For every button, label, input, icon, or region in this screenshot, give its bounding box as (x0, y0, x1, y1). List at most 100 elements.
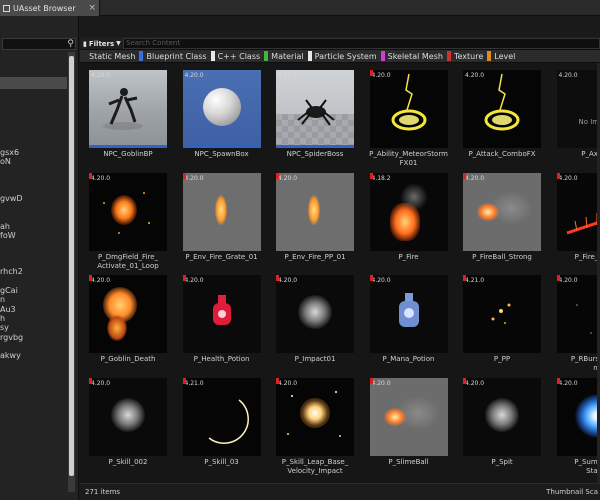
folder-item[interactable]: rhch2 (0, 267, 23, 276)
asset-tile[interactable]: 4.20.0 P_Attack_ComboFX (463, 70, 541, 170)
asset-name: P_Env_Fire_Grate_01 (185, 252, 258, 261)
asset-thumbnail[interactable]: 4.20.0 (556, 172, 600, 251)
asset-tile[interactable]: 4.20.0 P_Goblin_Death (89, 275, 167, 375)
filter-chip-static-mesh[interactable]: Static Mesh (89, 52, 135, 61)
engine-version-label: 4.20.0 (465, 379, 485, 387)
asset-tile[interactable]: 4.20.0 P_Impact01 (276, 275, 354, 375)
content-search-input[interactable]: Search Content (123, 38, 600, 49)
asset-thumbnail[interactable]: 4.20.0 (556, 275, 600, 353)
folder-item[interactable]: h (0, 314, 5, 323)
engine-version-label: 4.20.0 (91, 379, 111, 387)
search-icon[interactable]: ⚲ (67, 39, 74, 49)
asset-tile[interactable]: 4.20.0 NPC_GoblinBP (89, 70, 167, 170)
folder-item[interactable]: n (0, 295, 5, 304)
folder-item[interactable]: ah (0, 222, 10, 231)
asset-thumbnail[interactable]: 4.20.0 (369, 275, 448, 353)
filter-chip-level[interactable]: Level (487, 51, 515, 61)
asset-thumbnail[interactable]: 4.20.0 (276, 70, 354, 148)
asset-tile[interactable]: 4.20.0 P_FireBall_Strong (463, 172, 541, 273)
selected-folder-row[interactable] (0, 77, 67, 89)
warning-marker-icon (182, 275, 186, 281)
asset-tile[interactable]: 4.21.0 P_PP (463, 275, 541, 375)
asset-thumbnail[interactable]: 4.20.0 (463, 377, 541, 456)
thumbnail-scale-control[interactable]: Thumbnail Sca (546, 488, 598, 496)
chip-color-swatch (264, 51, 269, 61)
warning-marker-icon (182, 172, 186, 179)
browser-icon (3, 4, 10, 12)
asset-thumbnail[interactable]: 4.20.0 (369, 70, 448, 148)
warning-marker-icon (463, 172, 466, 179)
filters-button[interactable]: ▮ Filters ▼ (83, 38, 121, 49)
filter-chip-texture[interactable]: Texture (446, 51, 483, 61)
asset-thumbnail[interactable]: 4.20.0 (89, 275, 167, 353)
engine-version-label: 4.20.0 (465, 72, 485, 79)
asset-tile[interactable]: 4.20.0 NPC_SpawnBox (182, 70, 261, 170)
asset-tile[interactable]: 4.20.0 P_Spit (463, 377, 541, 478)
filter-chip-blueprint-class[interactable]: Blueprint Class (139, 51, 207, 61)
asset-thumbnail[interactable]: 4.20.0 (463, 70, 541, 148)
asset-tile[interactable]: 4.20.0 P_SlimeBall (369, 377, 448, 478)
asset-thumbnail[interactable]: 4.20.0 (276, 172, 354, 251)
sources-search-input[interactable]: ⚲ (2, 38, 76, 50)
filters-label: Filters (88, 39, 115, 48)
sources-scrollbar-thumb[interactable] (69, 56, 74, 476)
asset-name: P_RBurst_Ligh n (570, 355, 600, 372)
chip-color-swatch (139, 51, 144, 61)
warning-marker-icon (463, 377, 466, 384)
folder-item[interactable]: foW (0, 231, 16, 240)
asset-thumbnail[interactable]: 4.21.0 (182, 377, 261, 456)
engine-version-label: 4.20.0 (184, 174, 204, 182)
asset-thumbnail[interactable]: 4.20.0 (182, 70, 261, 148)
asset-tile[interactable]: 4.20.0 P_Env_Fire_Grate_01 (182, 172, 261, 273)
asset-thumbnail[interactable]: 4.20.0 (182, 275, 261, 353)
close-icon[interactable]: × (88, 3, 96, 13)
engine-version-label: 4.20.0 (371, 379, 391, 387)
filter-chip-c-class[interactable]: C++ Class (210, 51, 260, 61)
tab-uasset-browser[interactable]: UAsset Browser × (0, 0, 100, 16)
asset-thumbnail[interactable]: 4.20.0 (276, 377, 354, 456)
asset-tile[interactable]: 4.20.0 P_Summon_ Starh (556, 377, 600, 478)
asset-thumbnail[interactable]: 4.20.0 (369, 377, 448, 456)
chip-label: Particle System (314, 51, 377, 61)
folder-item[interactable]: gCai (0, 286, 18, 295)
asset-thumbnail[interactable]: 4.20.0 (463, 172, 541, 251)
asset-tile[interactable]: 4.20.0 P_Mana_Potion (369, 275, 448, 375)
asset-tile[interactable]: No Im4.20.0 P_Axe_T (556, 70, 600, 170)
asset-tile[interactable]: 4.21.0 P_Skill_03 (182, 377, 261, 478)
asset-thumbnail[interactable]: 4.18.2 (369, 172, 448, 251)
filter-chip-material[interactable]: Material (264, 51, 304, 61)
asset-thumbnail[interactable]: 4.20.0 (556, 377, 600, 456)
asset-tile[interactable]: 4.20.0 P_DmgField_Fire_ Activate_01_Loop (89, 172, 167, 273)
folder-item[interactable]: Au3 (0, 305, 16, 314)
asset-tile[interactable]: 4.20.0 P_Health_Potion (182, 275, 261, 375)
asset-thumbnail[interactable]: 4.20.0 (182, 172, 261, 251)
asset-tile[interactable]: 4.20.0 P_Skill_002 (89, 377, 167, 478)
asset-tile[interactable]: 4.20.0 P_Env_Fire_PP_01 (276, 172, 354, 273)
asset-thumbnail[interactable]: No Im 4.20.0 (556, 70, 600, 148)
asset-tile[interactable]: 4.18.2 P_Fire (369, 172, 448, 273)
folder-item[interactable]: sy (0, 323, 9, 332)
asset-thumbnail[interactable]: 4.21.0 (463, 275, 541, 353)
folder-item[interactable]: rgvbg (0, 333, 23, 342)
asset-thumbnail[interactable]: 4.20.0 (276, 275, 354, 353)
folder-item[interactable]: gvwD (0, 194, 23, 203)
folder-item[interactable]: gsx6 (0, 148, 19, 157)
asset-tile[interactable]: 4.20.0 P_Skill_Leap_Base_ Velocity_Impact (276, 377, 354, 478)
asset-tile[interactable]: 4.20.0 P_RBurst_Ligh n (556, 275, 600, 375)
filter-chip-particle-system[interactable]: Particle System (307, 51, 377, 61)
asset-tile[interactable]: 4.20.0 P_Fire_Neve (556, 172, 600, 273)
chip-color-swatch (487, 51, 492, 61)
folder-item[interactable]: oN (0, 157, 11, 166)
engine-version-label: 4.20.0 (184, 72, 204, 79)
asset-thumbnail[interactable]: 4.20.0 (89, 377, 167, 456)
asset-tile[interactable]: 4.20.0 NPC_SpiderBoss (276, 70, 354, 170)
chip-color-swatch (380, 51, 385, 61)
filter-chip-skeletal-mesh[interactable]: Skeletal Mesh (380, 51, 443, 61)
asset-name: P_Impact01 (294, 355, 336, 363)
warning-marker-icon (276, 377, 279, 384)
folder-item[interactable]: akwy (0, 351, 21, 360)
asset-thumbnail[interactable]: 4.20.0 (89, 70, 167, 148)
asset-tile[interactable]: 4.20.0 P_Ability_MeteorStorm FX01 (369, 70, 448, 170)
asset-thumbnail[interactable]: 4.20.0 (89, 172, 167, 251)
engine-version-label: 4.20.0 (558, 277, 578, 284)
